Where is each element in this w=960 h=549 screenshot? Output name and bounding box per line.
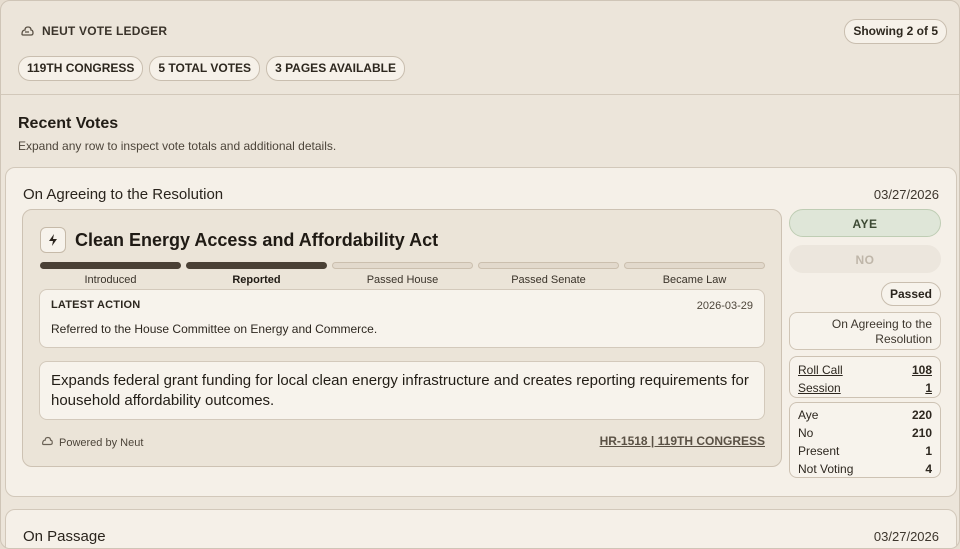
- stage-bar: [624, 262, 765, 269]
- vote-tally: Aye 220 No 210 Present 1 Not Voting 4: [789, 402, 941, 478]
- session-label: Session: [798, 381, 841, 395]
- tally-value: 1: [925, 444, 932, 458]
- stage-bar: [40, 262, 181, 269]
- roll-call-row[interactable]: Roll Call 108: [798, 361, 932, 379]
- stage-label: Passed House: [366, 274, 439, 286]
- brand-name: NEUT VOTE LEDGER: [42, 24, 168, 38]
- tally-value: 220: [911, 408, 932, 422]
- bill-progress-tracker: Introduced Reported Passed House Passed …: [40, 262, 765, 286]
- tally-row: No 210: [798, 424, 932, 442]
- stage-label: Became Law: [662, 274, 727, 286]
- latest-action-label: LATEST ACTION: [51, 299, 141, 311]
- stage-became-law: Became Law: [624, 262, 765, 286]
- result-badge: Passed: [880, 282, 941, 306]
- tally-label: No: [798, 426, 814, 440]
- summary-chips: 119TH CONGRESS 5 TOTAL VOTES 3 PAGES AVA…: [18, 56, 405, 81]
- tally-value: 4: [925, 462, 932, 476]
- vote-question-detail: On Agreeing to the Resolution: [789, 312, 941, 350]
- powered-by: Powered by Neut: [40, 434, 143, 451]
- tally-value: 210: [911, 426, 932, 440]
- ledger-logo-icon: [19, 23, 35, 39]
- bill-detail-card: Clean Energy Access and Affordability Ac…: [22, 209, 782, 467]
- stage-bar: [478, 262, 619, 269]
- session-value: 1: [925, 381, 932, 395]
- lightning-icon: [40, 227, 66, 253]
- brand: NEUT VOTE LEDGER: [19, 23, 167, 39]
- chip-congress: 119TH CONGRESS: [18, 56, 144, 81]
- vote-row-collapsed[interactable]: On Passage 03/27/2026: [5, 509, 957, 548]
- stage-label: Reported: [232, 274, 281, 286]
- section-title: Recent Votes: [18, 115, 119, 132]
- latest-action-text: Referred to the House Committee on Energ…: [51, 322, 378, 336]
- header: NEUT VOTE LEDGER Showing 2 of 5 119TH CO…: [1, 1, 959, 95]
- stage-label: Passed Senate: [511, 274, 586, 286]
- bill-summary: Expands federal grant funding for local …: [39, 361, 765, 420]
- stage-bar: [186, 262, 327, 269]
- stage-label: Introduced: [84, 274, 137, 286]
- stage-bar: [332, 262, 473, 269]
- roll-call-value: 108: [911, 363, 932, 377]
- vote-row-expanded[interactable]: On Agreeing to the Resolution 03/27/2026…: [5, 167, 957, 497]
- tally-row: Not Voting 4: [798, 460, 932, 478]
- neut-logo-icon: [40, 434, 54, 451]
- position-no-button[interactable]: NO: [789, 245, 941, 273]
- stage-passed-senate: Passed Senate: [478, 262, 619, 286]
- session-row[interactable]: Session 1: [798, 379, 932, 397]
- vote-question: On Agreeing to the Resolution: [23, 186, 224, 203]
- vote-meta: Roll Call 108 Session 1: [789, 356, 941, 398]
- powered-by-text: Powered by Neut: [59, 436, 144, 449]
- vote-date: 03/27/2026: [873, 529, 939, 544]
- vote-question: On Passage: [23, 528, 106, 545]
- showing-count-badge: Showing 2 of 5: [844, 19, 947, 44]
- stage-reported: Reported: [186, 262, 327, 286]
- stage-introduced: Introduced: [40, 262, 181, 286]
- stage-passed-house: Passed House: [332, 262, 473, 286]
- position-aye-button[interactable]: AYE: [789, 209, 941, 237]
- vote-summary-sidebar: AYE NO Passed On Agreeing to the Resolut…: [789, 209, 941, 478]
- roll-call-label: Roll Call: [798, 363, 843, 377]
- tally-label: Aye: [798, 408, 819, 422]
- chip-total-votes: 5 TOTAL VOTES: [149, 56, 261, 81]
- latest-action-panel: LATEST ACTION 2026-03-29 Referred to the…: [39, 289, 765, 348]
- section-subtitle: Expand any row to inspect vote totals an…: [18, 139, 337, 153]
- app-frame: NEUT VOTE LEDGER Showing 2 of 5 119TH CO…: [0, 0, 960, 549]
- tally-row: Aye 220: [798, 406, 932, 424]
- vote-date: 03/27/2026: [873, 187, 939, 202]
- latest-action-date: 2026-03-29: [696, 300, 753, 312]
- tally-label: Not Voting: [798, 462, 854, 476]
- bill-reference-link[interactable]: HR-1518 | 119TH CONGRESS: [600, 434, 765, 448]
- chip-pages: 3 PAGES AVAILABLE: [266, 56, 405, 81]
- tally-label: Present: [798, 444, 840, 458]
- tally-row: Present 1: [798, 442, 932, 460]
- bill-header: Clean Energy Access and Affordability Ac…: [40, 227, 438, 253]
- bill-title: Clean Energy Access and Affordability Ac…: [75, 229, 439, 250]
